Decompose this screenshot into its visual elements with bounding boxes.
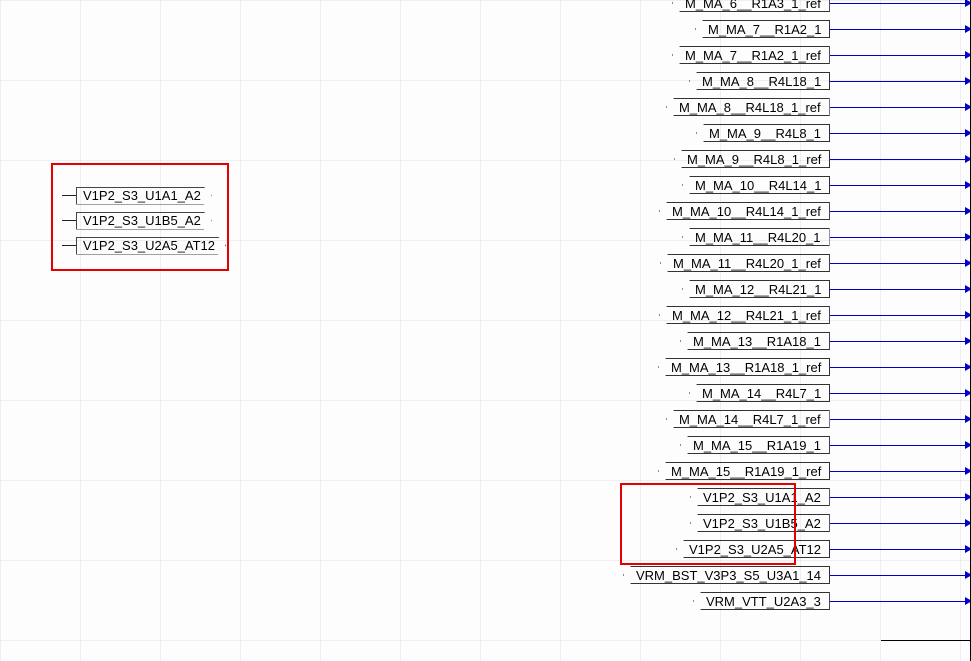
net-label-text: V1P2_S3_U2A5_AT12 [689,542,821,557]
net-label-text: M_MA_14__R4L7_1_ref [679,412,821,427]
net-label-item[interactable]: M_MA_14__R4L7_1_ref [560,406,971,432]
net-wire [830,549,971,550]
net-wire [830,237,971,238]
net-label-item[interactable]: M_MA_8__R4L18_1_ref [560,94,971,120]
net-label-text: V1P2_S3_U1B5_A2 [83,213,201,228]
net-wire [830,393,971,394]
net-wire [830,315,971,316]
net-wire [830,367,971,368]
net-label-item[interactable]: M_MA_14__R4L7_1 [560,380,971,406]
net-label-item[interactable]: M_MA_6__R1A3_1_ref [560,0,971,16]
wire-stub [62,245,76,246]
net-wire [830,471,971,472]
net-wire [830,81,971,82]
net-wire [830,289,971,290]
net-label-text: M_MA_11__R4L20_1 [695,230,821,245]
net-label-text: M_MA_6__R1A3_1_ref [685,0,821,11]
net-label-column-right: M_MA_6__R1A3_1_ref M_MA_7__R1A2_1 M_MA_7__… [560,0,971,614]
net-label-item[interactable]: M_MA_15__R1A19_1_ref [560,458,971,484]
net-wire [830,159,971,160]
net-label-text: M_MA_13__R1A18_1_ref [671,360,821,375]
net-label-item[interactable]: M_MA_11__R4L20_1_ref [560,250,971,276]
net-label-item[interactable]: V1P2_S3_U1A1_A2 [560,484,971,510]
net-label-item[interactable]: VRM_BST_V3P3_S5_U3A1_14 [560,562,971,588]
net-label-group-left: V1P2_S3_U1A1_A2 V1P2_S3_U1B5_A2 V1P2_S3_… [62,183,226,258]
net-label-text: V1P2_S3_U1A1_A2 [83,188,201,203]
net-wire [830,29,971,30]
net-label-text: M_MA_7__R1A2_1 [708,22,821,37]
net-wire [830,55,971,56]
net-label-item[interactable]: M_MA_13__R1A18_1_ref [560,354,971,380]
net-label-text: M_MA_9__R4L8_1 [709,126,821,141]
net-wire [830,445,971,446]
net-label-item[interactable]: M_MA_7__R1A2_1_ref [560,42,971,68]
net-label-text: M_MA_10__R4L14_1_ref [672,204,821,219]
net-label-item[interactable]: V1P2_S3_U2A5_AT12 [62,233,226,258]
net-label-item[interactable]: V1P2_S3_U1B5_A2 [62,208,226,233]
net-label-text: M_MA_11__R4L20_1_ref [673,256,821,271]
net-label-text: VRM_VTT_U2A3_3 [706,594,821,609]
net-label-text: V1P2_S3_U1A1_A2 [703,490,821,505]
wire-stub [62,195,76,196]
net-label-text: M_MA_9__R4L8_1_ref [687,152,821,167]
net-label-text: M_MA_8__R4L18_1 [702,74,821,89]
net-label-text: M_MA_12__R4L21_1_ref [672,308,821,323]
net-label-item[interactable]: M_MA_9__R4L8_1 [560,120,971,146]
net-label-item[interactable]: M_MA_8__R4L18_1 [560,68,971,94]
net-label-item[interactable]: M_MA_15__R1A19_1 [560,432,971,458]
net-wire [830,211,971,212]
net-wire [830,3,971,4]
net-wire [830,601,971,602]
net-label-text: M_MA_13__R1A18_1 [693,334,821,349]
net-label-text: V1P2_S3_U2A5_AT12 [83,238,215,253]
wire-stub [62,220,76,221]
net-label-item[interactable]: V1P2_S3_U1B5_A2 [560,510,971,536]
net-wire [830,107,971,108]
net-wire [830,575,971,576]
net-wire [830,497,971,498]
net-label-item[interactable]: M_MA_10__R4L14_1 [560,172,971,198]
net-label-text: M_MA_15__R1A19_1_ref [671,464,821,479]
net-label-item[interactable]: M_MA_9__R4L8_1_ref [560,146,971,172]
net-label-text: VRM_BST_V3P3_S5_U3A1_14 [636,568,821,583]
net-label-item[interactable]: VRM_VTT_U2A3_3 [560,588,971,614]
net-wire [830,185,971,186]
net-wire [830,419,971,420]
net-label-text: M_MA_10__R4L14_1 [695,178,821,193]
net-label-text: V1P2_S3_U1B5_A2 [703,516,821,531]
net-label-text: M_MA_8__R4L18_1_ref [679,100,821,115]
net-label-item[interactable]: M_MA_11__R4L20_1 [560,224,971,250]
net-label-text: M_MA_15__R1A19_1 [693,438,821,453]
net-label-text: M_MA_14__R4L7_1 [702,386,821,401]
net-label-item[interactable]: V1P2_S3_U1A1_A2 [62,183,226,208]
net-label-text: M_MA_12__R4L21_1 [695,282,821,297]
net-wire [830,341,971,342]
net-label-item[interactable]: M_MA_7__R1A2_1 [560,16,971,42]
net-wire [830,523,971,524]
net-label-item[interactable]: V1P2_S3_U2A5_AT12 [560,536,971,562]
net-wire [830,263,971,264]
net-label-item[interactable]: M_MA_13__R1A18_1 [560,328,971,354]
net-label-item[interactable]: M_MA_12__R4L21_1 [560,276,971,302]
net-label-text: M_MA_7__R1A2_1_ref [685,48,821,63]
net-wire [830,133,971,134]
bus-trunk-corner [881,640,971,641]
net-label-item[interactable]: M_MA_12__R4L21_1_ref [560,302,971,328]
net-label-item[interactable]: M_MA_10__R4L14_1_ref [560,198,971,224]
